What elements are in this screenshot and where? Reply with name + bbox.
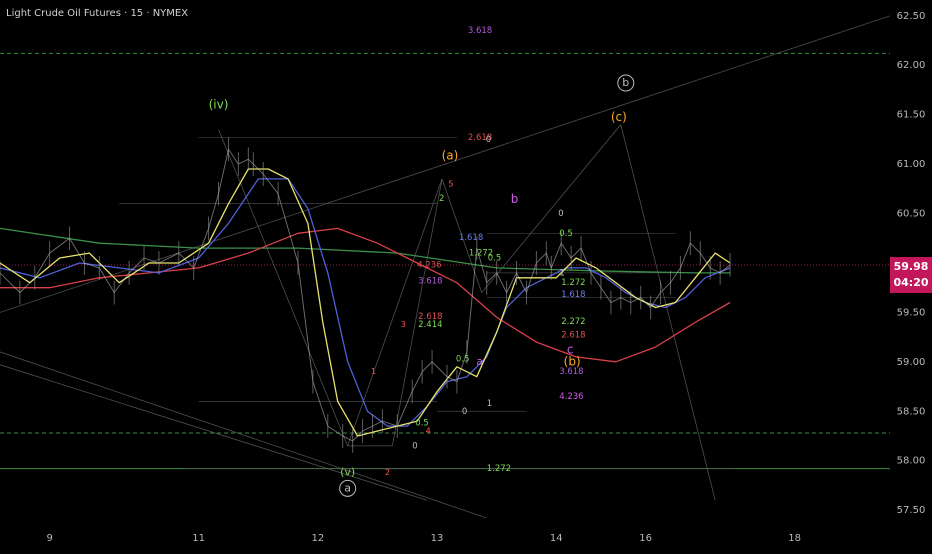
fib-label: 4.236 bbox=[559, 392, 583, 402]
y-tick-label: 59.50 bbox=[897, 307, 926, 318]
x-tick-label: 11 bbox=[192, 533, 205, 544]
y-tick-label: 61.50 bbox=[897, 110, 926, 121]
trend-line-1 bbox=[0, 351, 487, 519]
fib-label: 3.618 bbox=[468, 26, 492, 36]
wave-label: a bbox=[476, 355, 483, 368]
y-tick-label: 57.50 bbox=[897, 505, 926, 516]
wave-label: (c) bbox=[611, 110, 627, 124]
fib-label: 1.272 bbox=[487, 464, 511, 474]
fib-label: 1 bbox=[559, 268, 564, 278]
trend-lines-layer bbox=[0, 15, 891, 519]
wave-label: (iv) bbox=[209, 97, 229, 111]
levels-layer bbox=[0, 52, 890, 470]
y-tick-label: 59.00 bbox=[897, 357, 926, 368]
x-tick-label: 16 bbox=[639, 533, 652, 544]
fib-label: 0 bbox=[412, 441, 417, 451]
fib-label: 1.618 bbox=[561, 290, 585, 300]
wave-label: (b) bbox=[564, 354, 581, 368]
fib-label: 0.5 bbox=[456, 354, 470, 364]
y-tick-label: 58.00 bbox=[897, 456, 926, 467]
fib-label: 1.272 bbox=[561, 278, 585, 288]
wave-label: 3 bbox=[401, 320, 406, 329]
fib-label: 2.272 bbox=[561, 317, 585, 327]
fib-label: 1.618 bbox=[459, 233, 483, 243]
wave-label: (v) bbox=[340, 466, 355, 479]
fib-label: 0 bbox=[558, 209, 563, 219]
trend-line-7 bbox=[620, 124, 716, 501]
x-tick-label: 9 bbox=[46, 533, 52, 544]
current-price: 59.98 bbox=[893, 259, 929, 273]
bar-countdown: 04:20 bbox=[893, 275, 929, 289]
fib-labels-layer: 3.6182.618021.6181.2724.2363.6180.52.618… bbox=[412, 26, 585, 474]
wave-label: 4 bbox=[426, 427, 431, 436]
y-tick-label: 58.50 bbox=[897, 406, 926, 417]
fib-label: 3.618 bbox=[418, 276, 442, 286]
fib-label: 2.414 bbox=[418, 320, 442, 330]
y-tick-label: 60.50 bbox=[897, 209, 926, 220]
fib-label: 0.5 bbox=[559, 229, 573, 239]
fib-label: 2.618 bbox=[561, 331, 585, 341]
chart-title: Light Crude Oil Futures · 15 · NYMEX bbox=[6, 8, 189, 19]
fib-label: 0.5 bbox=[488, 254, 502, 264]
wave-label: 1 bbox=[371, 367, 376, 376]
fib-label: 2 bbox=[439, 194, 444, 204]
fib-label: 0 bbox=[462, 407, 467, 417]
axis-layer: 62.50 62.00 61.50 61.00 60.50 59.50 59.00 58.50… bbox=[0, 0, 932, 550]
wave-label: (a) bbox=[442, 149, 459, 163]
wave-label: 2 bbox=[385, 468, 390, 477]
wave-label: a bbox=[344, 481, 351, 494]
x-tick-label: 18 bbox=[788, 533, 801, 544]
y-tick-label: 62.00 bbox=[897, 60, 926, 71]
chart-area[interactable]: 3.618 2.618 0 2 1.618 1.272 4.236 3.618 0.5 2.618… bbox=[0, 0, 932, 550]
x-tick-label: 13 bbox=[431, 533, 444, 544]
wave-label: b bbox=[622, 76, 629, 89]
fib-label: 3.618 bbox=[559, 367, 583, 377]
y-tick-label: 62.50 bbox=[897, 11, 926, 22]
wave-label: b bbox=[511, 192, 519, 206]
current-price-tag: 59.98 04:20 bbox=[890, 256, 932, 293]
x-tick-label: 14 bbox=[550, 533, 563, 544]
x-tick-label: 12 bbox=[311, 533, 324, 544]
price-chart[interactable]: 3.6182.618021.6181.2724.2363.6180.52.618… bbox=[0, 0, 932, 550]
fib-label: 1 bbox=[487, 399, 492, 409]
fib-label: 4.236 bbox=[417, 260, 441, 270]
fib-label: 0 bbox=[486, 135, 491, 145]
wave-label: 5 bbox=[448, 179, 453, 188]
y-tick-label: 61.00 bbox=[897, 159, 926, 170]
